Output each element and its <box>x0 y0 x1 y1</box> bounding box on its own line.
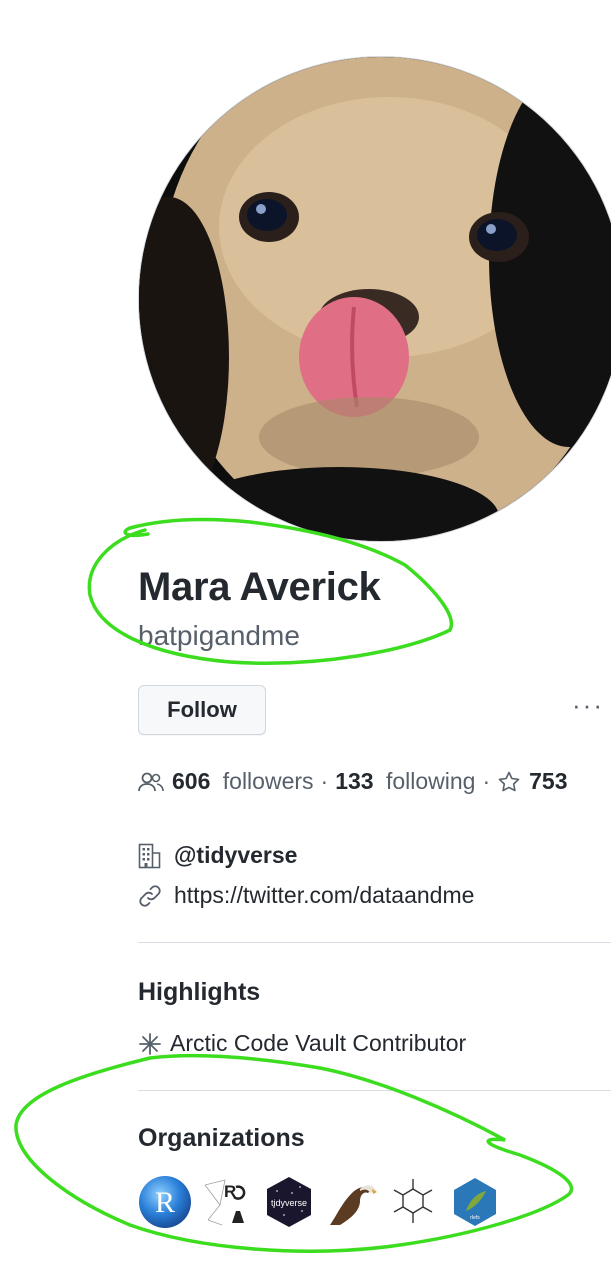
org-avatar-molecule[interactable] <box>386 1175 440 1229</box>
svg-text:rlefs: rlefs <box>470 1215 480 1221</box>
profile-stats: 606 followers · 133 following · 753 <box>138 768 568 795</box>
dog-photo <box>139 57 611 541</box>
organization-link[interactable]: @tidyverse <box>174 842 297 869</box>
section-divider <box>138 942 611 943</box>
eagle-logo-icon <box>324 1175 378 1229</box>
stars-link[interactable]: 753 <box>497 768 568 795</box>
org-avatar-hex[interactable]: rlefs <box>448 1175 502 1229</box>
followers-link[interactable]: 606 followers <box>172 768 314 795</box>
stats-separator: · <box>320 768 329 794</box>
website-link[interactable]: https://twitter.com/dataandme <box>174 882 474 909</box>
followers-label: followers <box>222 768 314 794</box>
snowflake-icon <box>138 1032 162 1056</box>
ropensci-logo-icon: R <box>200 1175 254 1229</box>
molecule-logo-icon <box>386 1175 440 1229</box>
following-link[interactable]: 133 following <box>335 768 475 795</box>
profile-organization: @tidyverse <box>138 842 297 869</box>
hex-logo-icon: rlefs <box>448 1175 502 1229</box>
following-label: following <box>385 768 476 794</box>
follow-button[interactable]: Follow <box>138 685 266 735</box>
profile-website: https://twitter.com/dataandme <box>138 882 474 909</box>
more-options-button[interactable]: ··· <box>572 690 604 721</box>
org-avatar-ropensci[interactable]: R <box>200 1175 254 1229</box>
people-icon <box>138 771 164 793</box>
org-avatar-r[interactable]: R <box>138 1175 192 1229</box>
tidyverse-hex-icon: tidyverse <box>267 1177 311 1227</box>
highlights-title: Highlights <box>138 978 261 1006</box>
profile-username: batpigandme <box>138 620 300 651</box>
followers-count: 606 <box>172 768 211 794</box>
highlight-label: Arctic Code Vault Contributor <box>170 1030 467 1056</box>
stats-separator: · <box>482 768 491 794</box>
organizations-list: R R tidyverse rlefs <box>138 1175 502 1229</box>
svg-text:tidyverse: tidyverse <box>271 1198 307 1208</box>
profile-full-name: Mara Averick <box>138 565 381 609</box>
highlight-item[interactable]: Arctic Code Vault Contributor <box>138 1030 466 1057</box>
profile-avatar[interactable] <box>138 56 611 542</box>
svg-text:R: R <box>155 1186 175 1219</box>
r-logo-icon: R <box>139 1176 191 1228</box>
following-count: 133 <box>335 768 374 794</box>
organization-icon <box>138 843 162 869</box>
link-icon <box>138 884 162 908</box>
star-icon <box>497 770 521 794</box>
org-avatar-tidyverse[interactable]: tidyverse <box>262 1175 316 1229</box>
org-avatar-eagle[interactable] <box>324 1175 378 1229</box>
organizations-title: Organizations <box>138 1124 305 1152</box>
stars-count: 753 <box>529 768 568 794</box>
section-divider <box>138 1090 611 1091</box>
